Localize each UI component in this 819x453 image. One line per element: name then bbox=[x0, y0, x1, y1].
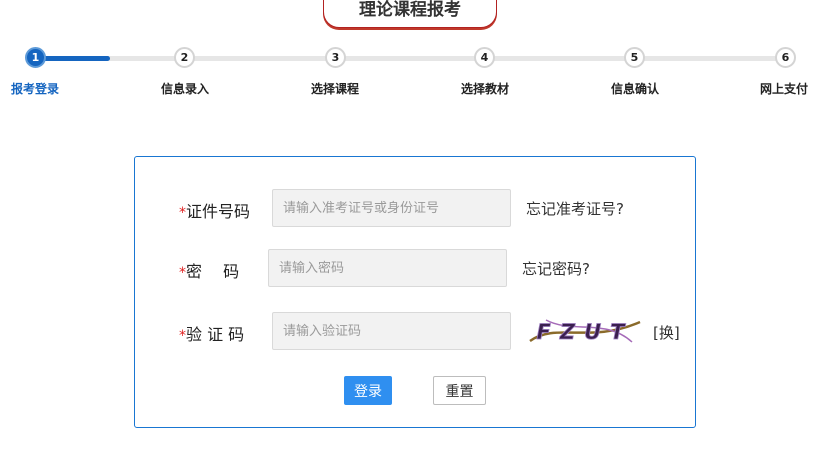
step-1-circle: 1 bbox=[25, 47, 46, 68]
reset-button[interactable]: 重置 bbox=[433, 376, 486, 405]
captcha-field-label: *验 证 码 bbox=[179, 321, 244, 345]
step-6-circle: 6 bbox=[775, 47, 796, 68]
id-field-label: *证件号码 bbox=[179, 198, 250, 222]
progress-fill bbox=[35, 56, 110, 61]
step-6-label: 网上支付 bbox=[759, 82, 808, 96]
required-mark: * bbox=[179, 265, 186, 281]
required-mark: * bbox=[179, 328, 186, 344]
step-2-label: 信息录入 bbox=[160, 82, 209, 96]
step-4-circle: 4 bbox=[474, 47, 495, 68]
step-4-label: 选择教材 bbox=[460, 82, 509, 96]
captcha-label-text: 验 证 码 bbox=[186, 325, 245, 344]
step-3-label: 选择课程 bbox=[310, 82, 359, 96]
step-1-label: 报考登录 bbox=[10, 82, 59, 96]
forgot-password-link[interactable]: 忘记密码? bbox=[522, 258, 590, 279]
refresh-captcha-link[interactable]: [换] bbox=[653, 322, 680, 343]
step-5-circle: 5 bbox=[624, 47, 645, 68]
id-number-input[interactable] bbox=[272, 189, 511, 227]
progress-track bbox=[35, 56, 785, 61]
login-button[interactable]: 登录 bbox=[344, 376, 392, 405]
password-input[interactable] bbox=[268, 249, 507, 287]
required-mark: * bbox=[179, 205, 186, 221]
id-label-text: 证件号码 bbox=[186, 202, 251, 221]
captcha-image[interactable]: FZUT bbox=[528, 314, 642, 348]
password-field-label: *密 码 bbox=[179, 258, 239, 282]
captcha-input[interactable] bbox=[272, 312, 511, 350]
step-3-circle: 3 bbox=[325, 47, 346, 68]
step-2-circle: 2 bbox=[174, 47, 195, 68]
step-5-label: 信息确认 bbox=[610, 82, 659, 96]
captcha-text: FZUT bbox=[537, 320, 634, 344]
password-label-text: 密 码 bbox=[186, 262, 240, 281]
page-title: 理论课程报考 bbox=[323, 0, 497, 28]
forgot-id-link[interactable]: 忘记准考证号? bbox=[526, 198, 624, 219]
